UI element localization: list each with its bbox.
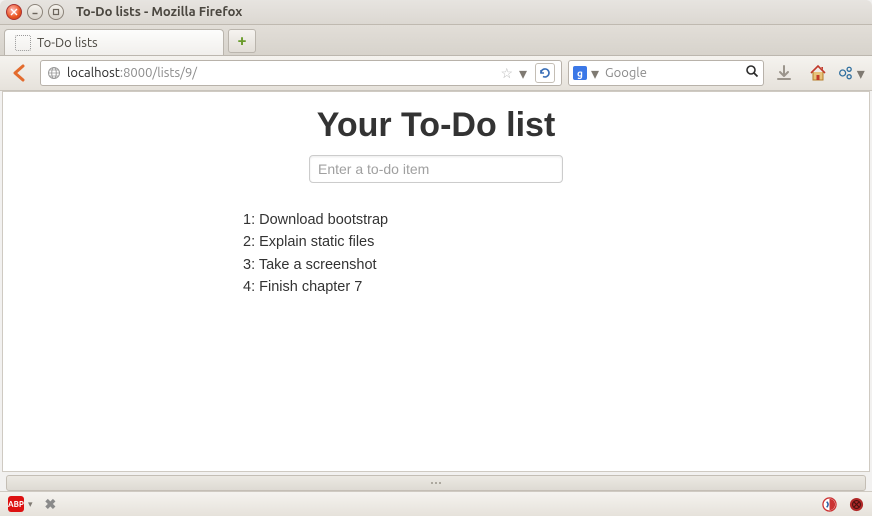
window-close-button[interactable] [6,4,22,20]
list-item: 4: Finish chapter 7 [243,276,388,298]
address-bar[interactable]: localhost:8000/lists/9/ ☆ ▾ [40,60,562,86]
window-controls [0,4,70,20]
window-titlebar: To-Do lists - Mozilla Firefox [0,0,872,25]
url-text: localhost:8000/lists/9/ [67,66,494,80]
list-item: 2: Explain static files [243,231,388,253]
globe-icon [47,66,61,80]
page-content: Your To-Do list 1: Download bootstrap 2:… [2,91,870,472]
bookmark-star-icon[interactable]: ☆ [500,65,513,82]
new-tab-button[interactable]: + [228,29,256,53]
status-addon-icon-1[interactable] [822,497,837,512]
window-title: To-Do lists - Mozilla Firefox [76,5,242,19]
back-button[interactable] [6,60,34,86]
list-item: 1: Download bootstrap [243,209,388,231]
todo-list: 1: Download bootstrap 2: Explain static … [243,209,388,299]
page-title: Your To-Do list [317,106,556,145]
tab-strip: To-Do lists + [0,25,872,56]
window-minimize-button[interactable] [27,4,43,20]
url-dropdown-icon[interactable]: ▾ [519,64,529,83]
status-addon-icon-2[interactable] [849,497,864,512]
list-item: 3: Take a screenshot [243,254,388,276]
addon-gear-button[interactable]: ▾ [838,60,866,86]
scrollbar-grip-icon [431,482,441,484]
browser-tab[interactable]: To-Do lists [4,29,224,55]
firefox-window: To-Do lists - Mozilla Firefox To-Do list… [0,0,872,516]
status-bar: ABP ▾ ✖ [0,491,872,516]
home-button[interactable] [804,60,832,86]
search-box[interactable]: g ▾ Google [568,60,764,86]
todo-input[interactable] [309,155,563,183]
downloads-button[interactable] [770,60,798,86]
search-submit-icon[interactable] [745,64,759,82]
adblock-dropdown-icon[interactable]: ▾ [28,499,33,510]
search-engine-dropdown-icon[interactable]: ▾ [591,64,601,83]
adblock-icon[interactable]: ABP [8,496,24,512]
horizontal-scrollbar[interactable] [6,475,866,491]
chevron-down-icon: ▾ [857,64,866,83]
tab-title: To-Do lists [37,36,98,50]
reload-button[interactable] [535,63,555,83]
tab-favicon [15,35,31,51]
disabled-extension-icon[interactable]: ✖ [45,496,57,513]
plus-icon: + [237,33,246,49]
navigation-toolbar: localhost:8000/lists/9/ ☆ ▾ g ▾ Google ▾ [0,56,872,91]
window-maximize-button[interactable] [48,4,64,20]
search-placeholder: Google [605,66,741,80]
google-engine-icon[interactable]: g [573,66,587,80]
